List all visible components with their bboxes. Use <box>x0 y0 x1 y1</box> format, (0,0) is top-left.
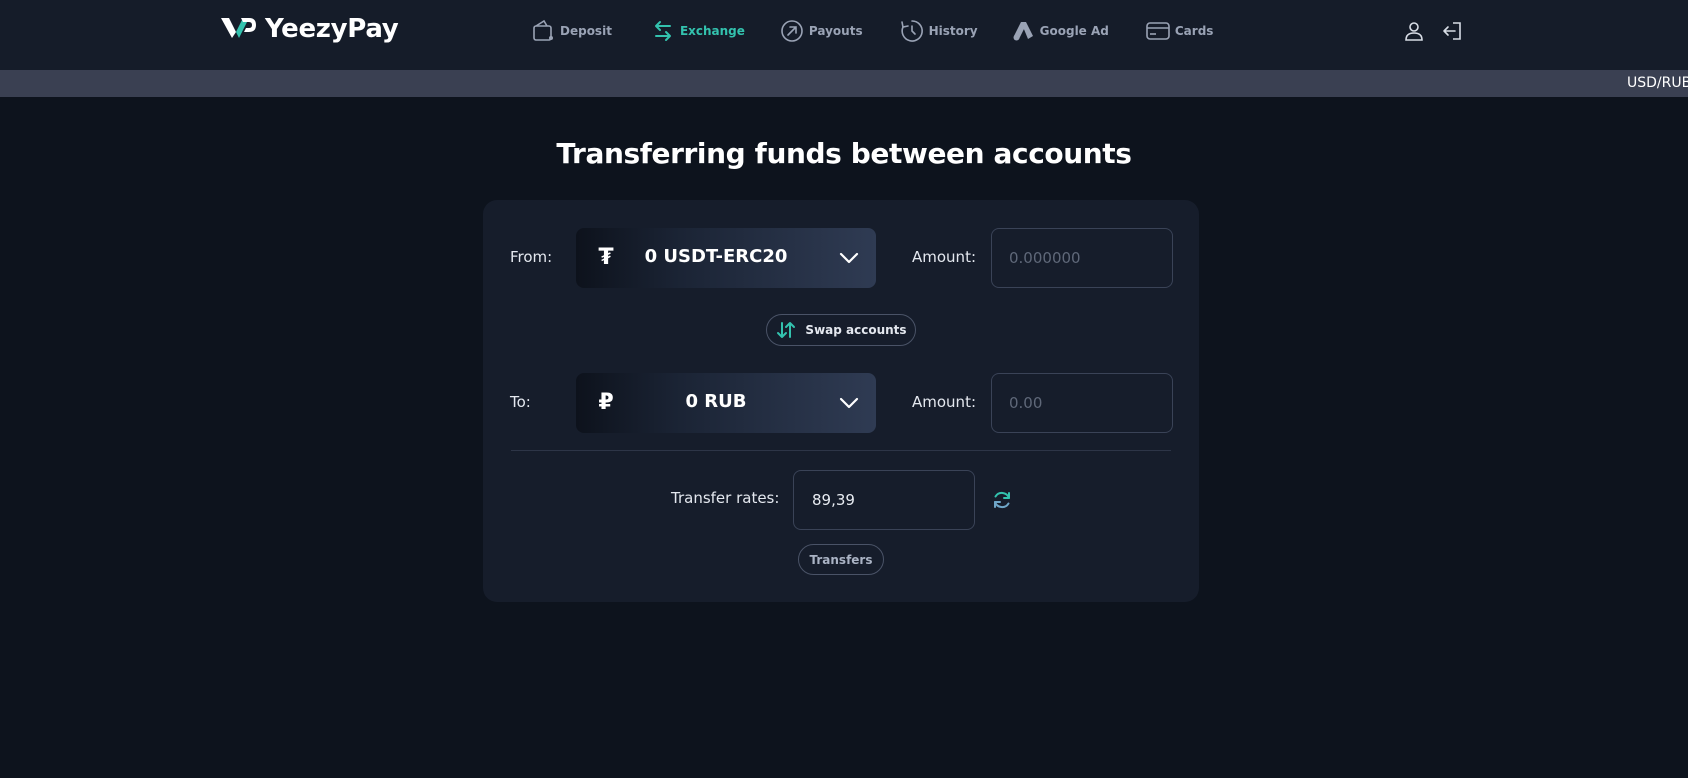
transfers-button[interactable]: Transfers <box>798 544 884 575</box>
transfer-rate-input[interactable] <box>793 470 975 530</box>
to-account-select[interactable]: ₽ 0 RUB <box>576 373 876 433</box>
brand-name: YeezyPay <box>265 14 399 44</box>
top-navbar: YeezyPay Deposit Exchange Payouts Histor… <box>0 0 1688 70</box>
from-account-value: 0 USDT-ERC20 <box>644 246 788 267</box>
from-amount-label: Amount: <box>912 248 976 266</box>
ruble-icon: ₽ <box>598 390 614 415</box>
chevron-down-icon <box>839 252 859 264</box>
nav-deposit[interactable]: Deposit <box>530 17 612 45</box>
main-nav: Deposit Exchange Payouts History Google … <box>530 17 1213 45</box>
nav-history[interactable]: History <box>899 17 978 45</box>
to-amount-label: Amount: <box>912 393 976 411</box>
swap-accounts-button[interactable]: Swap accounts <box>766 314 916 346</box>
google-ads-icon <box>1013 22 1033 41</box>
rate-ticker: USD/RUB <box>0 70 1688 97</box>
arrow-up-right-circle-icon <box>781 20 803 42</box>
to-label: To: <box>510 393 531 411</box>
nav-exchange[interactable]: Exchange <box>650 17 745 45</box>
from-amount-input[interactable] <box>991 228 1173 288</box>
to-amount-input[interactable] <box>991 373 1173 433</box>
nav-cards-label: Cards <box>1174 24 1214 38</box>
nav-history-label: History <box>928 24 978 38</box>
credit-card-icon <box>1146 22 1170 40</box>
wallet-icon <box>533 19 553 41</box>
transfer-rates-label: Transfer rates: <box>671 489 780 507</box>
header-actions <box>1403 20 1479 42</box>
brand-logo[interactable]: YeezyPay <box>219 14 399 44</box>
nav-payouts[interactable]: Payouts <box>779 17 863 45</box>
to-account-value: 0 RUB <box>685 391 747 412</box>
user-icon <box>1405 22 1423 41</box>
refresh-icon[interactable] <box>991 489 1013 511</box>
logout-icon <box>1443 22 1461 40</box>
swap-accounts-label: Swap accounts <box>805 323 907 337</box>
page-title: Transferring funds between accounts <box>556 137 1132 170</box>
yeezypay-logo-icon <box>221 18 256 38</box>
ticker-text: USD/RUB <box>1627 75 1688 91</box>
nav-google-ad-label: Google Ad <box>1039 24 1109 38</box>
divider <box>511 450 1171 451</box>
exchange-arrows-icon <box>654 21 671 41</box>
from-account-select[interactable]: ₮ 0 USDT-ERC20 <box>576 228 876 288</box>
nav-payouts-label: Payouts <box>808 24 863 38</box>
tether-icon: ₮ <box>598 245 614 270</box>
nav-google-ad[interactable]: Google Ad <box>1010 17 1109 45</box>
nav-deposit-label: Deposit <box>560 24 612 38</box>
chevron-down-icon <box>839 397 859 409</box>
nav-cards[interactable]: Cards <box>1145 17 1214 45</box>
transfer-card: From: ₮ 0 USDT-ERC20 Amount: Swap accoun… <box>483 200 1199 602</box>
logout-button[interactable] <box>1441 20 1463 42</box>
swap-arrows-icon <box>777 322 796 338</box>
nav-exchange-label: Exchange <box>679 24 745 38</box>
history-clock-icon <box>900 20 923 42</box>
profile-button[interactable] <box>1403 20 1425 42</box>
from-label: From: <box>510 248 553 266</box>
